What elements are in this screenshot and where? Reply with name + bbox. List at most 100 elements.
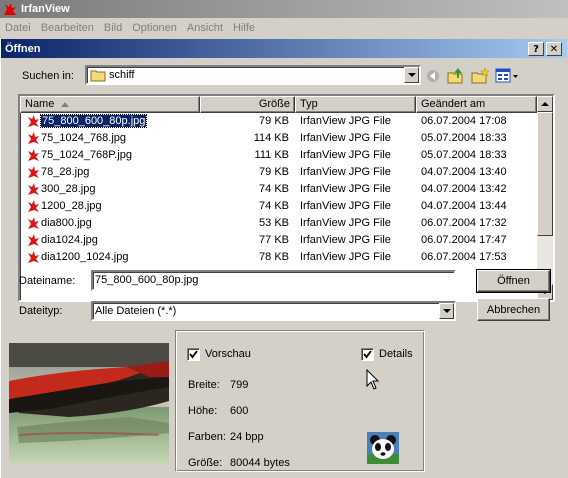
file-name: 1200_28.jpg [41,200,102,212]
irfanview-file-icon [28,166,39,178]
file-size: 77 KB [259,234,289,246]
height-value: 600 [230,405,249,417]
dialog-titlebar: Öffnen ? ✕ [1,39,567,58]
checkmark-icon [363,350,372,359]
look-in-combo[interactable]: schiff [85,65,421,85]
file-size: 114 KB [253,132,289,144]
file-modified: 05.07.2004 18:33 [421,132,507,144]
app-menubar: Datei Bearbeiten Bild Optionen Ansicht H… [0,18,568,37]
file-modified: 06.07.2004 17:47 [421,234,507,246]
mouse-cursor-icon [366,369,380,390]
width-label: Breite: [188,379,220,391]
open-button[interactable]: Öffnen [476,269,551,293]
menu-bearbeiten[interactable]: Bearbeiten [41,22,94,34]
filename-input[interactable]: 75_800_600_80p.jpg [91,270,456,291]
app-titlebar: IrfanView [0,0,568,18]
menu-hilfe[interactable]: Hilfe [233,22,255,34]
menu-ansicht[interactable]: Ansicht [187,22,223,34]
file-name: 300_28.jpg [41,183,96,195]
height-label: Höhe: [188,405,218,417]
file-name: dia1024.jpg [41,234,98,246]
file-name: 75_800_600_80p.jpg [39,114,148,128]
menu-optionen[interactable]: Optionen [132,22,177,34]
file-modified: 06.07.2004 17:08 [421,115,507,127]
column-header-name[interactable]: Name [20,96,200,113]
up-folder-icon[interactable] [447,67,465,85]
new-folder-icon[interactable] [471,67,489,85]
details-label: Details [379,348,413,360]
sort-ascending-icon [61,102,69,107]
irfanview-file-icon [28,149,39,161]
file-name: 75_1024_768P.jpg [41,149,132,161]
preview-label: Vorschau [205,348,251,360]
folder-icon [90,70,106,82]
file-row[interactable]: 75_1024_768P.jpg 111 KB IrfanView JPG File… [20,147,537,164]
close-button[interactable]: ✕ [546,42,562,56]
menu-bild[interactable]: Bild [104,22,122,34]
file-name: dia1200_1024.jpg [41,251,129,263]
file-modified: 04.07.2004 13:44 [421,200,507,212]
file-row[interactable]: 75_1024_768.jpg 114 KB IrfanView JPG File 0… [20,130,537,147]
panda-icon [367,432,399,464]
file-type: IrfanView JPG File [300,251,391,263]
app-title: IrfanView [21,3,70,15]
preview-details-group: Vorschau Details Breite: 799 Höhe: 600 F… [175,330,425,472]
file-type: IrfanView JPG File [300,183,391,195]
scroll-up-button[interactable] [537,96,553,112]
file-modified: 04.07.2004 13:40 [421,166,507,178]
dialog-title: Öffnen [5,42,41,55]
file-type: IrfanView JPG File [300,234,391,246]
cancel-button[interactable]: Abbrechen [477,298,550,321]
colors-label: Farben: [188,431,226,443]
open-dialog: Öffnen ? ✕ Suchen in: schiff Name Größe … [0,38,568,478]
colors-value: 24 bpp [230,431,264,443]
preview-checkbox[interactable] [187,348,200,361]
file-size: 74 KB [259,183,289,195]
look-in-label: Suchen in: [22,70,74,82]
file-row[interactable]: 75_800_600_80p.jpg 79 KB IrfanView JPG Fil… [20,113,537,130]
file-modified: 06.07.2004 17:32 [421,217,507,229]
column-header-size[interactable]: Größe [200,96,295,113]
help-button[interactable]: ? [528,42,544,56]
file-type: IrfanView JPG File [300,132,391,144]
filetype-value: Alle Dateien (*.*) [95,305,177,317]
file-row[interactable]: 300_28.jpg 74 KB IrfanView JPG File 04.07.2… [20,181,537,198]
look-in-value: schiff [109,69,135,81]
file-size: 74 KB [259,200,289,212]
file-type: IrfanView JPG File [300,200,391,212]
menu-datei[interactable]: Datei [5,22,31,34]
irfanview-file-icon [28,251,39,263]
irfanview-cat-icon [4,3,16,15]
file-name: 78_28.jpg [41,166,90,178]
filetype-combo[interactable]: Alle Dateien (*.*) [91,301,456,321]
preview-image [9,343,169,463]
view-menu-icon[interactable] [495,68,519,84]
file-row[interactable]: 1200_28.jpg 74 KB IrfanView JPG File 04.07.… [20,198,537,215]
filesize-label: Größe: [188,457,223,469]
file-row[interactable]: dia1024.jpg 77 KB IrfanView JPG File 06.07.… [20,232,537,249]
file-modified: 05.07.2004 18:33 [421,149,507,161]
file-name: dia800.jpg [41,217,92,229]
details-checkbox[interactable] [361,348,374,361]
file-type: IrfanView JPG File [300,217,391,229]
width-value: 799 [230,379,249,391]
column-header-type[interactable]: Typ [295,96,416,113]
file-modified: 04.07.2004 13:42 [421,183,507,195]
irfanview-file-icon [28,217,39,229]
filetype-label: Dateityp: [19,305,63,317]
file-size: 78 KB [259,251,289,263]
scroll-thumb[interactable] [537,112,553,236]
filetype-dropdown-arrow[interactable] [439,303,454,319]
filesize-value: 80044 bytes [230,457,290,469]
irfanview-file-icon [28,132,39,144]
irfanview-file-icon [28,115,39,127]
file-row[interactable]: 78_28.jpg 79 KB IrfanView JPG File 04.07.20… [20,164,537,181]
look-in-dropdown-arrow[interactable] [404,67,419,83]
file-row[interactable]: dia1200_1024.jpg 78 KB IrfanView JPG File 0… [20,249,537,266]
back-arrow-icon[interactable] [426,69,440,83]
file-row[interactable]: dia800.jpg 53 KB IrfanView JPG File 06.07.2… [20,215,537,232]
checkmark-icon [189,350,198,359]
file-size: 79 KB [259,166,289,178]
file-name: 75_1024_768.jpg [41,132,127,144]
column-header-modified[interactable]: Geändert am [416,96,537,113]
